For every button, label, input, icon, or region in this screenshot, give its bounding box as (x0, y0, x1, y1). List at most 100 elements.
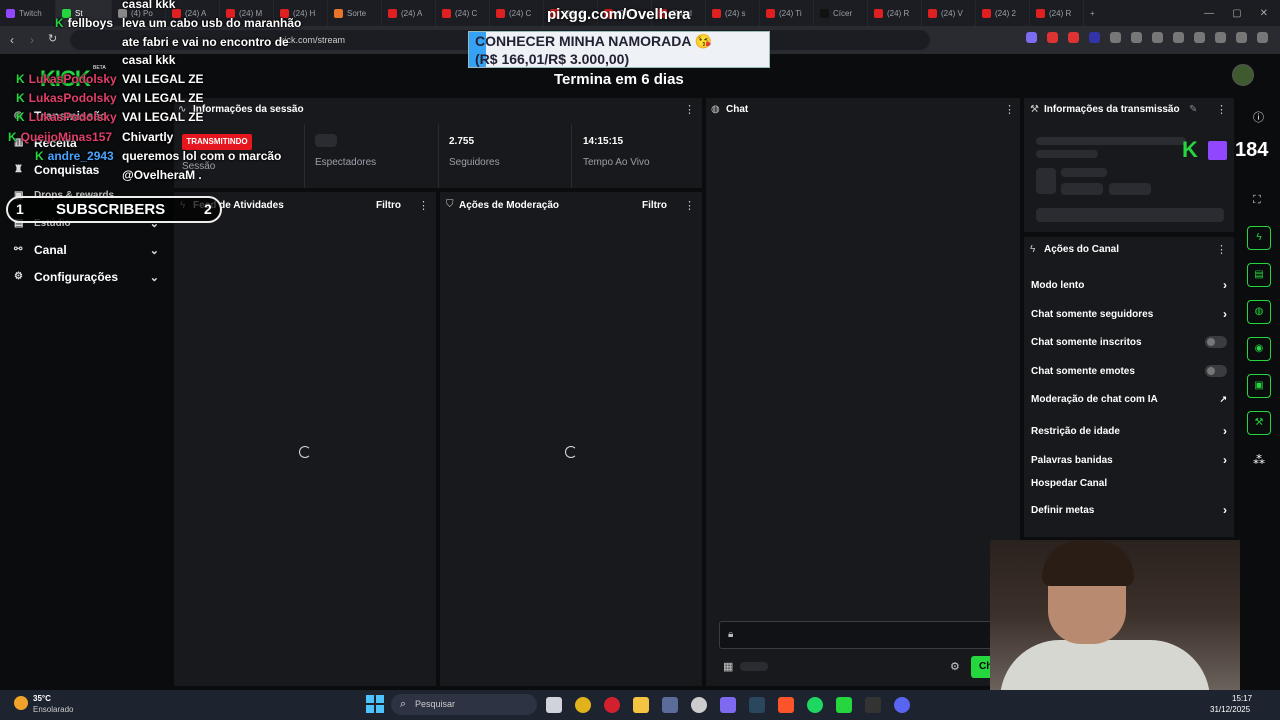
kick-badge-icon: K (16, 72, 25, 86)
quick-action-bolt-icon[interactable]: ϟ (1247, 226, 1271, 250)
tab-favicon-icon (442, 8, 451, 18)
sidebar-icon[interactable] (1173, 32, 1184, 43)
webcam-feed (990, 540, 1240, 690)
quick-action-broadcast-icon[interactable]: ◉ (1247, 337, 1271, 361)
chat-input[interactable] (719, 621, 1008, 649)
wrench-icon: ⚒ (1030, 104, 1039, 115)
minimize-icon[interactable]: — (1204, 8, 1214, 19)
kebab-menu-icon[interactable]: ⋮ (1216, 103, 1227, 116)
beta-badge: BETA (93, 65, 106, 71)
store-icon[interactable]: ▦ (723, 660, 733, 673)
extension-icon[interactable] (1110, 32, 1121, 43)
kebab-menu-icon[interactable]: ⋮ (1216, 243, 1227, 256)
app-icon[interactable] (662, 697, 678, 713)
gear-icon[interactable]: ⚙ (950, 660, 960, 673)
extension-icon[interactable] (1089, 32, 1100, 43)
menu-icon[interactable] (1257, 32, 1268, 43)
wallet-icon[interactable] (1194, 32, 1205, 43)
browser-tab[interactable]: Sorte (328, 0, 382, 26)
browser-tab[interactable]: (24) C (490, 0, 544, 26)
browser-tab[interactable]: (24) V (922, 0, 976, 26)
music-icon[interactable] (1152, 32, 1163, 43)
extension-icon[interactable] (1047, 32, 1058, 43)
stream-title: Termina em 6 dias (554, 71, 684, 88)
quick-action-archive-icon[interactable]: ▣ (1247, 374, 1271, 398)
reload-icon[interactable]: ↻ (48, 32, 57, 45)
nav-item-configuracoes[interactable]: ⚙ Configurações ⌄ (14, 270, 159, 284)
kick-app-icon[interactable] (836, 697, 852, 713)
overlay-chat-username: LukasPodolsky (28, 91, 117, 105)
browser-tab[interactable]: Twitch (0, 0, 56, 26)
tab-label: (24) s (725, 8, 746, 18)
channel-action-row[interactable]: Palavras banidas › (1031, 453, 1227, 467)
share-icon[interactable]: ⁂ (1253, 453, 1265, 467)
channel-action-label: Restrição de idade (1031, 425, 1120, 437)
channel-action-row[interactable]: Chat somente seguidores › (1031, 307, 1227, 321)
nav-item-canal[interactable]: ⚯ Canal ⌄ (14, 243, 159, 257)
moderation-filter-button[interactable]: Filtro (642, 200, 667, 211)
expand-icon[interactable]: ⛶ (1253, 194, 1261, 207)
browser-tab[interactable]: (24) 2 (976, 0, 1030, 26)
maximize-icon[interactable]: ▢ (1232, 8, 1241, 19)
spotify-icon[interactable] (807, 697, 823, 713)
kebab-menu-icon[interactable]: ⋮ (684, 103, 695, 116)
extension-icon[interactable] (1068, 32, 1079, 43)
chevron-right-icon: › (1223, 453, 1227, 467)
taskbar-search-input[interactable]: ⌕ Pesquisar (391, 694, 537, 715)
file-explorer-icon[interactable] (546, 697, 562, 713)
windows-start-icon[interactable] (366, 695, 384, 713)
skeleton-line (1036, 150, 1098, 158)
browser-tab[interactable]: Cícer (814, 0, 868, 26)
channel-action-row[interactable]: Definir metas › (1031, 503, 1227, 517)
quick-action-wrench-icon[interactable]: ⚒ (1247, 411, 1271, 435)
kebab-menu-icon[interactable]: ⋮ (684, 199, 695, 212)
extension-icon[interactable] (1026, 32, 1037, 43)
overlay-chat-user: K LukasPodolsky (16, 72, 117, 86)
new-tab-button[interactable]: + (1084, 0, 1101, 26)
discord-icon[interactable] (894, 697, 910, 713)
quick-action-note-icon[interactable]: ▤ (1247, 263, 1271, 287)
ai-icon[interactable] (1215, 32, 1226, 43)
brave-icon[interactable] (778, 697, 794, 713)
channel-action-row[interactable]: Chat somente emotes (1031, 365, 1227, 377)
shield-icon[interactable] (1236, 32, 1247, 43)
avatar[interactable] (1232, 64, 1254, 86)
back-icon[interactable]: ‹ (10, 33, 14, 47)
close-icon[interactable]: ✕ (1260, 8, 1268, 19)
browser-tab[interactable]: (24) Ti (760, 0, 814, 26)
pencil-icon[interactable]: ✎ (1189, 104, 1197, 115)
channel-action-row[interactable]: Chat somente inscritos (1031, 336, 1227, 348)
folder-icon[interactable] (633, 697, 649, 713)
channel-action-row[interactable]: Hospedar Canal (1031, 478, 1227, 489)
quick-action-chat-icon[interactable]: ◍ (1247, 300, 1271, 324)
weather-icon[interactable] (14, 696, 28, 710)
arrow-app-icon[interactable] (720, 697, 736, 713)
browser-tab[interactable]: (24) A (382, 0, 436, 26)
activity-filter-button[interactable]: Filtro (376, 200, 401, 211)
kick-badge-icon: K (55, 16, 64, 30)
toggle-switch[interactable] (1205, 365, 1227, 377)
kebab-menu-icon[interactable]: ⋮ (418, 199, 429, 212)
overlay-chat-text: queremos lol com o marcão (122, 149, 282, 163)
chrome-icon[interactable] (575, 697, 591, 713)
channel-action-row[interactable]: Restrição de idade › (1031, 424, 1227, 438)
steam-icon[interactable] (749, 697, 765, 713)
opera-icon[interactable] (604, 697, 620, 713)
browser-tab[interactable]: (24) R (868, 0, 922, 26)
browser-tab[interactable]: (24) R (1030, 0, 1084, 26)
forward-icon[interactable]: › (30, 33, 34, 47)
nav-label: Configurações (34, 270, 119, 284)
kick-badge-icon: K (16, 110, 25, 124)
channel-action-row[interactable]: Moderação de chat com IA ↗ (1031, 394, 1227, 405)
channel-action-label: Chat somente emotes (1031, 365, 1135, 377)
toggle-switch[interactable] (1205, 336, 1227, 348)
github-icon[interactable] (691, 697, 707, 713)
browser-tab[interactable]: (24) C (436, 0, 490, 26)
kebab-menu-icon[interactable]: ⋮ (1004, 103, 1015, 116)
epic-icon[interactable] (865, 697, 881, 713)
info-icon[interactable]: ⓘ (1253, 109, 1264, 125)
browser-tab[interactable]: (24) s (706, 0, 760, 26)
puzzle-icon[interactable] (1131, 32, 1142, 43)
subs-left: 1 (16, 201, 24, 217)
channel-action-row[interactable]: Modo lento › (1031, 278, 1227, 292)
